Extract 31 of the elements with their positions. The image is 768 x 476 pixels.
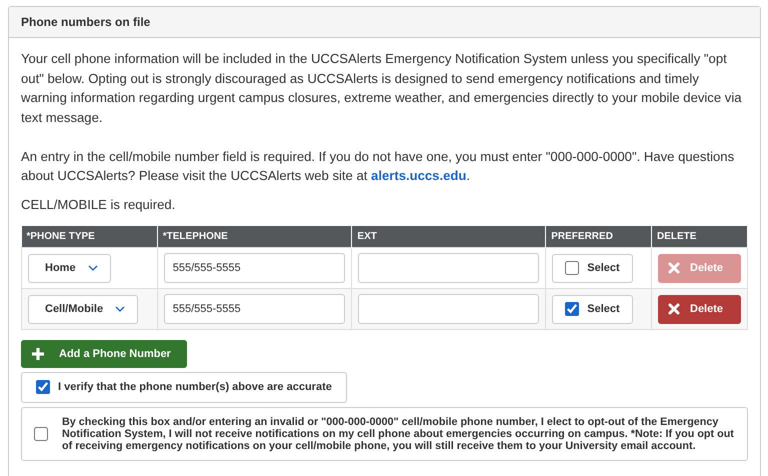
checkbox[interactable] [36,380,50,394]
verify-checkbox[interactable]: I verify that the phone number(s) above are accurate [21,372,347,402]
panel-title: Phone numbers on file [9,7,760,38]
column-header: DELETE [652,226,748,248]
preferred-toggle[interactable]: Select [552,294,633,324]
checkbox[interactable] [565,261,580,275]
intro-paragraph: Your cell phone information will be included in the UCCSAlerts Emergency Notification System unless you specifically "opt out" below. Opting out is strongly discouraged as UCCSAlerts is designed to send emergency notifications and timely warning information regarding urgent campus closures, extreme weather, and emergencies directly to your mobile device via text message. [21,50,743,127]
alerts-link[interactable]: alerts.uccs.edu [371,168,466,183]
close-icon [668,303,680,315]
chevron-down-icon [88,265,98,271]
preferred-toggle[interactable]: Select [552,254,633,282]
phone-type-dropdown[interactable]: Home [28,254,111,282]
requirement-paragraph: An entry in the cell/mobile number field is required. If you do not have one, you must enter "000-000-0000". Have questions about UCCSAlerts? Please visit the UCCSAlerts web site at alerts.uccs.edu. [21,148,736,185]
checkbox[interactable] [565,302,580,316]
telephone-field[interactable]: 555/555-5555 [164,253,346,283]
add-phone-button[interactable]: Add a Phone Number [21,340,187,368]
required-note: CELL/MOBILE is required. [21,196,176,214]
checkbox[interactable] [34,426,48,440]
close-icon [668,262,680,274]
opt-out-checkbox[interactable]: By checking this box and/or entering an invalid or "000-000-0000" cell/mobile phone number, I elect to opt-out of the Emergency Notification System, I will not receive notifications on my cell phone about emergencies occurring on campus. *Note: If you opt out of receiving emergency notifications on your cell/mobile phone, you will still receive them to your University email account. [21,406,748,460]
column-header: *TELEPHONE [157,226,352,248]
column-header: PREFERRED [546,226,652,248]
phone-type-dropdown[interactable]: Cell/Mobile [28,294,138,324]
column-header: EXT [352,226,546,248]
delete-button[interactable]: Delete [658,294,741,324]
column-header: *PHONE TYPE [22,226,158,248]
extension-field[interactable] [358,253,540,283]
chevron-down-icon [115,306,126,312]
plus-icon [31,347,45,361]
telephone-field[interactable]: 555/555-5555 [164,294,346,324]
extension-field[interactable] [358,294,540,324]
